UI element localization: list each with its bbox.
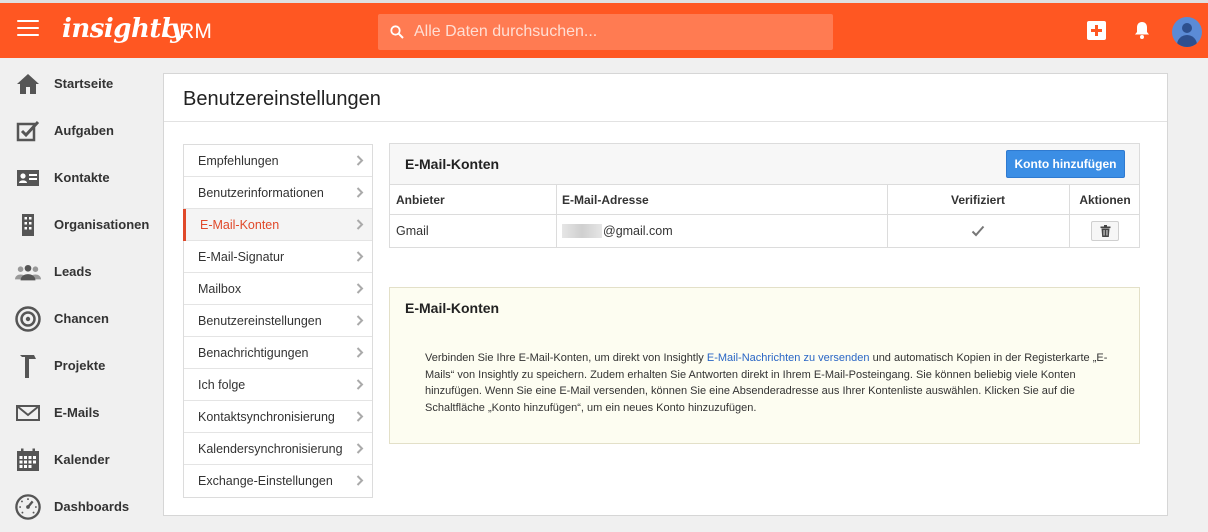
chevron-right-icon (356, 187, 364, 198)
chevron-right-icon (356, 443, 364, 454)
nav-item-organisationen[interactable]: Organisationen (0, 201, 150, 248)
home-icon (15, 71, 41, 97)
gauge-icon (15, 493, 41, 520)
info-title: E-Mail-Konten (405, 300, 500, 316)
info-text: Verbinden Sie Ihre E-Mail-Konten, um dir… (425, 352, 1108, 414)
nav-item-projekte[interactable]: Projekte (0, 342, 150, 389)
settings-item-empfehlungen[interactable]: Empfehlungen (184, 145, 372, 177)
chevron-right-icon (356, 155, 364, 166)
page-title: Benutzereinstellungen (183, 88, 381, 110)
nav-label: Dashboards (54, 499, 130, 514)
divider (164, 121, 1167, 122)
email-cell: @gmail.com (562, 214, 673, 248)
nav-label: Chancen (54, 311, 109, 326)
nav-item-chancen[interactable]: Chancen (0, 295, 150, 342)
column-header: E-Mail-Adresse (562, 192, 649, 207)
chevron-right-icon (356, 251, 364, 262)
settings-item-ich-folge[interactable]: Ich folge (184, 369, 372, 401)
nav-item-e-mails[interactable]: E-Mails (0, 389, 150, 436)
chevron-right-icon (356, 475, 364, 486)
settings-item-label: Mailbox (198, 281, 242, 296)
chevron-right-icon (356, 219, 364, 230)
column-header: Anbieter (396, 192, 445, 207)
task-check-icon (15, 118, 41, 144)
table-row: Gmail @gmail.com (390, 214, 1139, 248)
target-icon (15, 305, 41, 332)
calendar-icon (15, 447, 41, 473)
nav-item-startseite[interactable]: Startseite (0, 60, 150, 107)
settings-item-label: Benutzerinformationen (198, 185, 324, 200)
settings-item-label: Kontaktsynchronisierung (198, 409, 335, 424)
people-group-icon (15, 259, 41, 285)
column-header: Verifiziert (950, 192, 1006, 207)
delete-account-button[interactable] (1091, 221, 1119, 241)
email-accounts-panel: E-Mail-Konten Konto hinzufügen Anbieter … (389, 143, 1140, 248)
settings-item-e-mail-signatur[interactable]: E-Mail-Signatur (184, 241, 372, 273)
settings-item-benutzereinstellungen[interactable]: Benutzereinstellungen (184, 305, 372, 337)
email-suffix: @gmail.com (603, 224, 673, 238)
provider-cell: Gmail (396, 224, 429, 238)
settings-menu: Empfehlungen Benutzerinformationen E-Mai… (183, 144, 373, 498)
nav-item-kontakte[interactable]: Kontakte (0, 154, 150, 201)
hammer-icon (15, 353, 41, 379)
chevron-right-icon (356, 411, 364, 422)
left-nav: Startseite Aufgaben Kontakte Organisatio… (0, 58, 150, 532)
settings-item-label: Ich folge (198, 377, 246, 392)
send-email-link[interactable]: E-Mail-Nachrichten zu versenden (707, 352, 870, 364)
nav-label: Startseite (54, 76, 114, 91)
settings-item-label: Benachrichtigungen (198, 345, 309, 360)
add-account-button[interactable]: Konto hinzufügen (1006, 150, 1125, 178)
product-name: CRM (164, 20, 212, 43)
settings-item-label: Kalendersynchronisierung (198, 441, 343, 456)
chevron-right-icon (356, 283, 364, 294)
settings-card: Benutzereinstellungen Empfehlungen Benut… (163, 73, 1168, 516)
nav-label: Kalender (54, 452, 110, 467)
redacted-text (562, 224, 602, 238)
building-icon (15, 212, 41, 238)
envelope-icon (15, 400, 41, 426)
panel-title: E-Mail-Konten (405, 156, 500, 172)
settings-item-mailbox[interactable]: Mailbox (184, 273, 372, 305)
settings-item-label: Empfehlungen (198, 153, 279, 168)
settings-item-label: Exchange-Einstellungen (198, 474, 333, 488)
top-bar: insightly CRM (0, 0, 1208, 58)
nav-label: Organisationen (54, 217, 150, 232)
nav-label: Kontakte (54, 170, 110, 185)
hamburger-menu-icon[interactable] (17, 20, 39, 38)
nav-item-dashboards[interactable]: Dashboards (0, 483, 150, 530)
trash-icon (1100, 225, 1110, 237)
settings-item-label: E-Mail-Konten (200, 217, 280, 232)
settings-item-e-mail-konten[interactable]: E-Mail-Konten (183, 209, 372, 241)
user-avatar[interactable] (1172, 17, 1202, 47)
bell-icon[interactable] (1132, 20, 1152, 40)
nav-item-kalender[interactable]: Kalender (0, 436, 150, 483)
nav-label: Aufgaben (54, 123, 114, 138)
settings-item-kontaktsynchronisierung[interactable]: Kontaktsynchronisierung (184, 401, 372, 433)
search-icon (390, 25, 404, 39)
chevron-right-icon (356, 347, 364, 358)
search-box[interactable] (378, 14, 833, 50)
settings-item-exchange-einstellungen[interactable]: Exchange-Einstellungen (184, 465, 372, 497)
panel-header: E-Mail-Konten Konto hinzufügen (390, 144, 1139, 185)
nav-label: E-Mails (54, 405, 100, 420)
nav-item-leads[interactable]: Leads (0, 248, 150, 295)
settings-item-label: Benutzereinstellungen (198, 313, 322, 328)
chevron-right-icon (356, 315, 364, 326)
nav-item-aufgaben[interactable]: Aufgaben (0, 107, 150, 154)
contact-card-icon (15, 165, 41, 191)
add-new-icon[interactable] (1087, 21, 1106, 40)
nav-label: Leads (54, 264, 92, 279)
verified-cell (887, 214, 1069, 248)
column-header: Aktionen (1079, 192, 1131, 207)
settings-item-benachrichtigungen[interactable]: Benachrichtigungen (184, 337, 372, 369)
nav-label: Projekte (54, 358, 106, 373)
settings-item-benutzerinformationen[interactable]: Benutzerinformationen (184, 177, 372, 209)
info-panel: E-Mail-Konten Verbinden Sie Ihre E-Mail-… (389, 287, 1140, 444)
checkmark-icon (971, 225, 985, 237)
search-input[interactable] (414, 23, 814, 41)
table-header-row: Anbieter E-Mail-Adresse Verifiziert Akti… (390, 185, 1139, 214)
settings-item-kalendersynchronisierung[interactable]: Kalendersynchronisierung (184, 433, 372, 465)
chevron-right-icon (356, 379, 364, 390)
settings-item-label: E-Mail-Signatur (198, 249, 285, 264)
